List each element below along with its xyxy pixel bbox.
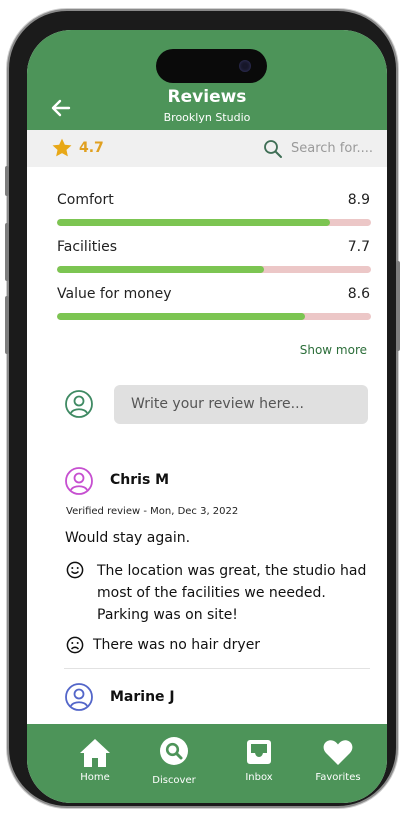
metric-bar-fill bbox=[57, 219, 331, 226]
power-button bbox=[396, 261, 400, 351]
page-title: Reviews bbox=[167, 87, 247, 107]
overall-rating: 4.7 bbox=[79, 140, 104, 156]
review-meta: Verified review - Mon, Dec 3, 2022 bbox=[66, 506, 239, 517]
discover-icon bbox=[160, 737, 188, 765]
metric-bar-fill bbox=[57, 313, 306, 320]
inbox-icon bbox=[247, 740, 271, 764]
smiley-face-icon bbox=[66, 561, 84, 579]
metric-bar bbox=[57, 266, 371, 273]
reviewer-avatar-icon bbox=[65, 683, 93, 711]
tab-label: Discover bbox=[152, 775, 196, 786]
sad-face-icon bbox=[66, 636, 84, 654]
metric-bar bbox=[57, 219, 371, 226]
metric-bar-fill bbox=[57, 266, 265, 273]
screen: Reviews Brooklyn Studio 4.7 Search for..… bbox=[27, 30, 387, 803]
search-input[interactable]: Search for.... bbox=[291, 141, 373, 156]
review-headline: Would stay again. bbox=[65, 530, 191, 546]
tab-home[interactable]: Home bbox=[49, 724, 139, 803]
tab-inbox[interactable]: Inbox bbox=[214, 724, 304, 803]
dynamic-island bbox=[156, 49, 267, 83]
volume-down-button bbox=[5, 296, 9, 354]
reviewer-avatar-icon bbox=[65, 467, 93, 495]
metric-value: 8.9 bbox=[347, 192, 370, 208]
metric-value: 7.7 bbox=[347, 239, 370, 255]
metric-value: 8.6 bbox=[347, 286, 370, 302]
star-icon bbox=[52, 138, 72, 157]
write-review-input[interactable]: Write your review here... bbox=[114, 385, 368, 424]
review-divider bbox=[64, 668, 370, 669]
page-subtitle: Brooklyn Studio bbox=[163, 111, 251, 124]
review-negative: There was no hair dryer bbox=[93, 637, 261, 653]
tab-label: Favorites bbox=[315, 772, 361, 783]
reviewer-name: Marine J bbox=[110, 689, 175, 705]
metric-label: Comfort bbox=[57, 192, 114, 208]
bottom-tab-bar: Home Discover Inbox Favorites bbox=[27, 724, 387, 803]
user-avatar-icon bbox=[65, 390, 93, 418]
phone-frame: Reviews Brooklyn Studio 4.7 Search for..… bbox=[5, 11, 400, 806]
metric-label: Facilities bbox=[57, 239, 117, 255]
heart-icon bbox=[323, 740, 353, 765]
tab-label: Inbox bbox=[245, 772, 273, 783]
metric-label: Value for money bbox=[57, 286, 172, 302]
home-icon bbox=[80, 739, 110, 767]
volume-up-button bbox=[5, 223, 9, 281]
tab-favorites[interactable]: Favorites bbox=[293, 724, 383, 803]
tab-discover[interactable]: Discover bbox=[129, 724, 219, 803]
write-review-placeholder: Write your review here... bbox=[131, 396, 304, 412]
search-icon[interactable] bbox=[263, 139, 283, 159]
rating-search-bar: 4.7 Search for.... bbox=[27, 130, 387, 167]
metric-bar bbox=[57, 313, 371, 320]
review-positive: The location was great, the studio had m… bbox=[97, 563, 367, 623]
camera-icon bbox=[239, 60, 251, 72]
show-more-link[interactable]: Show more bbox=[300, 343, 367, 357]
mute-switch bbox=[5, 166, 9, 196]
reviewer-name: Chris M bbox=[110, 472, 170, 488]
tab-label: Home bbox=[80, 772, 110, 783]
